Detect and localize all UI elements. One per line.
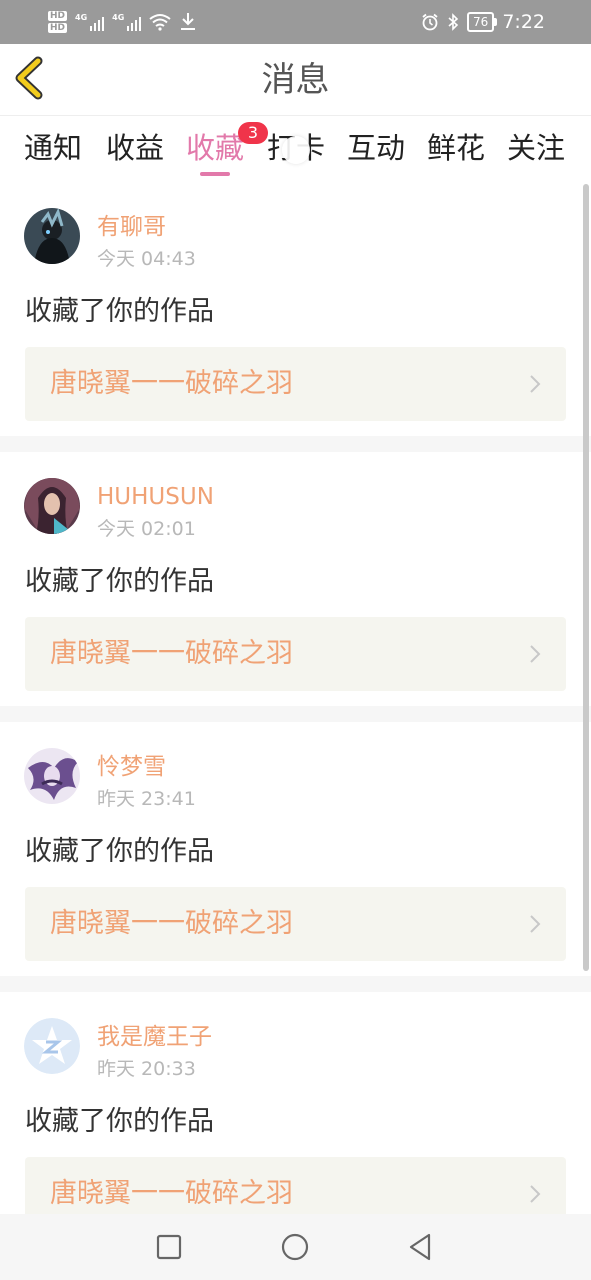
bluetooth-icon [448,13,459,31]
message-card: HUHUSUN 今天 02:01 收藏了你的作品 唐晓翼一一破碎之羽 [0,452,591,706]
system-navigation-bar [0,1214,591,1280]
tab-earnings[interactable]: 收益 [99,128,171,168]
signal-icon: 4G [75,13,105,31]
hd-bottom-label: HD [48,23,68,33]
timestamp: 昨天 20:33 [97,1058,196,1080]
tab-flowers[interactable]: 鲜花 [420,128,492,168]
battery-icon: 76 [467,12,498,32]
work-link-card[interactable]: 唐晓翼一一破碎之羽 [25,887,566,961]
avatar[interactable] [24,748,80,804]
avatar[interactable] [24,208,80,264]
timestamp: 昨天 23:41 [97,788,196,810]
page-title: 消息 [261,60,330,100]
username[interactable]: 有聊哥 [97,212,166,242]
message-card: 有聊哥 今天 04:43 收藏了你的作品 唐晓翼一一破碎之羽 [0,182,591,436]
work-title: 唐晓翼一一破碎之羽 [50,368,293,399]
tab-label: 收益 [105,131,164,165]
action-text: 收藏了你的作品 [25,566,214,597]
chevron-right-icon [530,915,541,933]
tab-label: 关注 [506,131,565,165]
timestamp: 今天 04:43 [97,248,196,270]
hd-icon: HD HD [48,11,68,33]
touch-ripple [282,136,310,164]
tab-following[interactable]: 关注 [500,128,572,168]
tab-favorites[interactable]: 收藏 3 [179,122,268,168]
work-link-card[interactable]: 唐晓翼一一破碎之羽 [25,347,566,421]
tab-notifications[interactable]: 通知 [17,128,89,168]
tab-label: 互动 [346,131,405,165]
active-tab-indicator [200,172,230,176]
signal-icon: 4G [112,13,142,31]
alarm-icon [422,13,438,31]
work-title: 唐晓翼一一破碎之羽 [50,908,293,939]
action-text: 收藏了你的作品 [25,1106,214,1137]
username[interactable]: HUHUSUN [97,482,214,512]
username[interactable]: 我是魔王子 [97,1022,212,1052]
tab-label: 鲜花 [426,131,485,165]
sim1-label: 4G [75,13,88,22]
chevron-right-icon [530,645,541,663]
hd-top-label: HD [48,11,68,21]
work-link-card[interactable]: 唐晓翼一一破碎之羽 [25,617,566,691]
status-right-group: 76 7:22 [421,10,545,34]
avatar[interactable] [24,1018,80,1074]
scrollbar[interactable] [583,184,589,971]
top-nav-bar: 消息 [0,44,591,116]
message-list[interactable]: 有聊哥 今天 04:43 收藏了你的作品 唐晓翼一一破碎之羽 HUHUSUN 今… [0,182,591,1214]
chevron-right-icon [530,1185,541,1203]
work-title: 唐晓翼一一破碎之羽 [50,1178,293,1209]
message-card: 怜梦雪 昨天 23:41 收藏了你的作品 唐晓翼一一破碎之羽 [0,722,591,976]
action-text: 收藏了你的作品 [25,836,214,867]
wifi-icon [149,14,171,31]
sim2-label: 4G [112,13,125,22]
home-circle-icon[interactable] [277,1229,313,1265]
download-icon [181,13,196,30]
status-time: 7:22 [502,11,545,33]
work-title: 唐晓翼一一破碎之羽 [50,638,293,669]
action-text: 收藏了你的作品 [25,296,214,327]
timestamp: 今天 02:01 [97,518,196,540]
battery-level: 76 [473,15,489,29]
work-link-card[interactable]: 唐晓翼一一破碎之羽 [25,1157,566,1214]
chevron-right-icon [530,375,541,393]
tab-interactions[interactable]: 互动 [340,128,412,168]
recents-square-icon[interactable] [151,1229,187,1265]
avatar[interactable] [24,478,80,534]
tab-label: 收藏 [185,131,244,165]
status-left-group: HD HD 4G 4G [48,6,197,38]
tab-label: 通知 [23,131,82,165]
message-card: 我是魔王子 昨天 20:33 收藏了你的作品 唐晓翼一一破碎之羽 [0,992,591,1214]
username[interactable]: 怜梦雪 [97,752,166,782]
status-bar: HD HD 4G 4G 76 7:22 [0,0,591,44]
back-triangle-icon[interactable] [402,1229,438,1265]
